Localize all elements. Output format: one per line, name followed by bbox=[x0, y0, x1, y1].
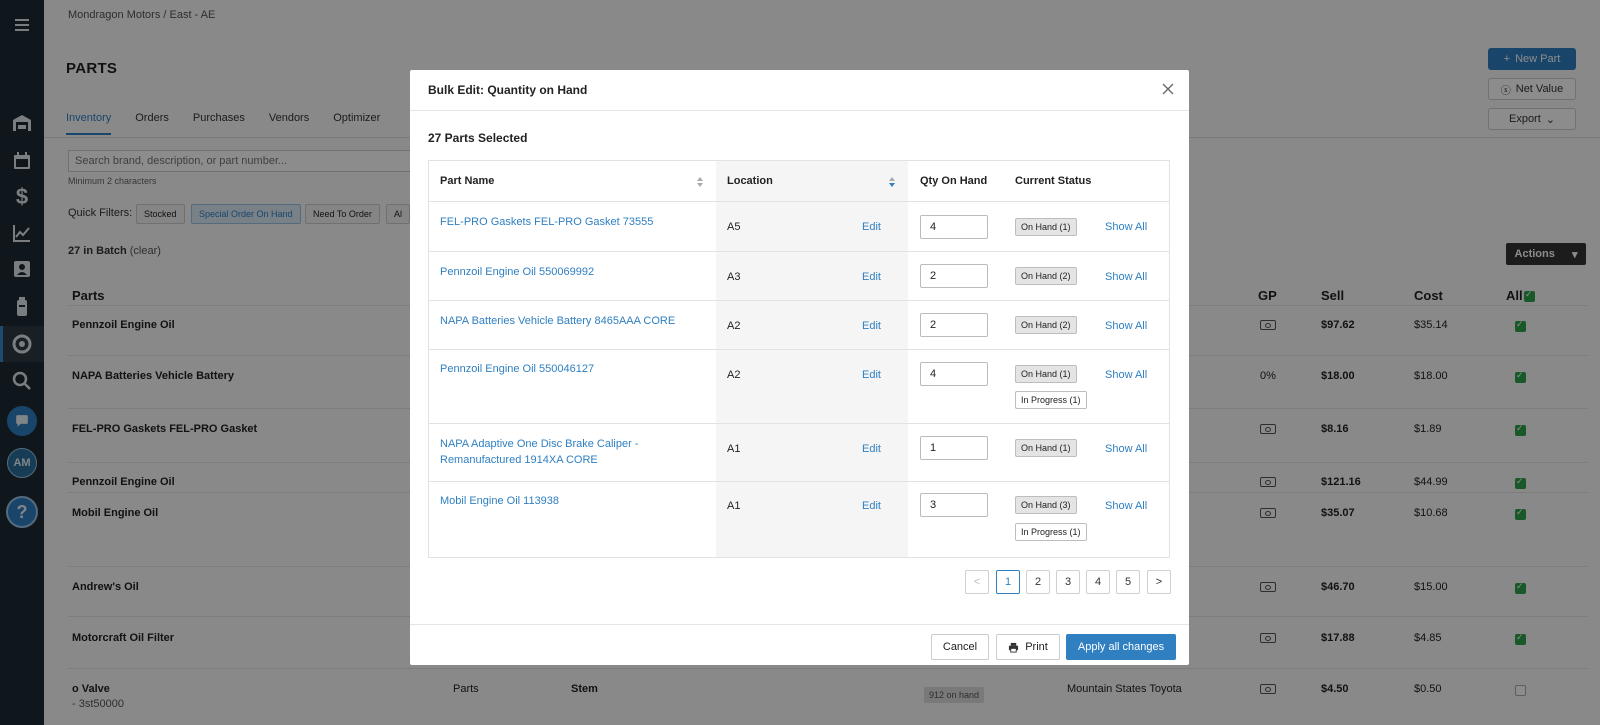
qty-input[interactable]: 1 bbox=[920, 436, 988, 460]
bulk-edit-modal: Bulk Edit: Quantity on Hand 27 Parts Sel… bbox=[410, 70, 1189, 665]
table-row: Pennzoil Engine Oil 550046127 A2 Edit 4 … bbox=[429, 349, 1169, 423]
column-header-qty: Qty On Hand bbox=[920, 175, 988, 187]
edit-location-link[interactable]: Edit bbox=[862, 500, 881, 512]
status-badge-in-progress: In Progress (1) bbox=[1015, 523, 1087, 541]
cancel-button[interactable]: Cancel bbox=[931, 634, 989, 660]
location-value: A5 bbox=[727, 221, 741, 233]
show-all-link[interactable]: Show All bbox=[1105, 221, 1147, 233]
part-name-link[interactable]: Pennzoil Engine Oil 550069992 bbox=[440, 264, 660, 280]
print-button[interactable]: Print bbox=[996, 634, 1060, 660]
show-all-link[interactable]: Show All bbox=[1105, 500, 1147, 512]
modal-header: Bulk Edit: Quantity on Hand bbox=[410, 70, 1189, 111]
status-badge-in-progress: In Progress (1) bbox=[1015, 391, 1087, 409]
modal-title: Bulk Edit: Quantity on Hand bbox=[428, 83, 588, 97]
pagination-page-1[interactable]: 1 bbox=[996, 570, 1020, 594]
status-badge: On Hand (2) bbox=[1015, 316, 1077, 334]
status-badge: On Hand (1) bbox=[1015, 365, 1077, 383]
sort-icon[interactable] bbox=[888, 176, 896, 188]
column-header-part-name[interactable]: Part Name bbox=[440, 175, 494, 187]
status-badge: On Hand (2) bbox=[1015, 267, 1077, 285]
status-badge: On Hand (1) bbox=[1015, 439, 1077, 457]
show-all-link[interactable]: Show All bbox=[1105, 320, 1147, 332]
selected-count: 27 Parts Selected bbox=[428, 131, 528, 145]
edit-location-link[interactable]: Edit bbox=[862, 443, 881, 455]
status-badge: On Hand (1) bbox=[1015, 218, 1077, 236]
table-row: Mobil Engine Oil 113938 A1 Edit 3 On Han… bbox=[429, 481, 1169, 557]
show-all-link[interactable]: Show All bbox=[1105, 369, 1147, 381]
edit-location-link[interactable]: Edit bbox=[862, 221, 881, 233]
show-all-link[interactable]: Show All bbox=[1105, 271, 1147, 283]
bulk-edit-table: Part Name Location Qty On Hand Current S… bbox=[428, 160, 1170, 558]
location-value: A1 bbox=[727, 500, 741, 512]
pagination-page-3[interactable]: 3 bbox=[1056, 570, 1080, 594]
pagination-page-4[interactable]: 4 bbox=[1086, 570, 1110, 594]
show-all-link[interactable]: Show All bbox=[1105, 443, 1147, 455]
modal-footer: Cancel Print Apply all changes bbox=[410, 624, 1189, 665]
part-name-link[interactable]: Mobil Engine Oil 113938 bbox=[440, 493, 660, 509]
table-row: Pennzoil Engine Oil 550069992 A3 Edit 2 … bbox=[429, 251, 1169, 300]
pagination-page-2[interactable]: 2 bbox=[1026, 570, 1050, 594]
pagination-next-button[interactable]: > bbox=[1147, 570, 1171, 594]
close-icon[interactable] bbox=[1161, 82, 1175, 96]
edit-location-link[interactable]: Edit bbox=[862, 369, 881, 381]
apply-all-changes-button[interactable]: Apply all changes bbox=[1066, 634, 1176, 660]
sort-icon[interactable] bbox=[696, 176, 704, 188]
part-name-link[interactable]: FEL-PRO Gaskets FEL-PRO Gasket 73555 bbox=[440, 214, 660, 230]
table-row: NAPA Adaptive One Disc Brake Caliper - R… bbox=[429, 423, 1169, 481]
edit-location-link[interactable]: Edit bbox=[862, 320, 881, 332]
qty-input[interactable]: 4 bbox=[920, 362, 988, 386]
part-name-link[interactable]: Pennzoil Engine Oil 550046127 bbox=[440, 361, 660, 377]
column-header-location[interactable]: Location bbox=[727, 175, 773, 187]
location-value: A2 bbox=[727, 320, 741, 332]
column-header-status: Current Status bbox=[1015, 175, 1092, 187]
edit-location-link[interactable]: Edit bbox=[862, 271, 881, 283]
status-badge: On Hand (3) bbox=[1015, 496, 1077, 514]
table-row: NAPA Batteries Vehicle Battery 8465AAA C… bbox=[429, 300, 1169, 349]
pagination-page-5[interactable]: 5 bbox=[1116, 570, 1140, 594]
table-row: FEL-PRO Gaskets FEL-PRO Gasket 73555 A5 … bbox=[429, 202, 1169, 251]
qty-input[interactable]: 4 bbox=[920, 215, 988, 239]
location-value: A2 bbox=[727, 369, 741, 381]
part-name-link[interactable]: NAPA Batteries Vehicle Battery 8465AAA C… bbox=[440, 313, 680, 329]
table-header: Part Name Location Qty On Hand Current S… bbox=[429, 161, 1169, 202]
qty-input[interactable]: 3 bbox=[920, 493, 988, 517]
location-value: A1 bbox=[727, 443, 741, 455]
printer-icon bbox=[1009, 642, 1019, 653]
location-value: A3 bbox=[727, 271, 741, 283]
qty-input[interactable]: 2 bbox=[920, 264, 988, 288]
qty-input[interactable]: 2 bbox=[920, 313, 988, 337]
part-name-link[interactable]: NAPA Adaptive One Disc Brake Caliper - R… bbox=[440, 436, 650, 468]
pagination-prev-button[interactable]: < bbox=[965, 570, 989, 594]
